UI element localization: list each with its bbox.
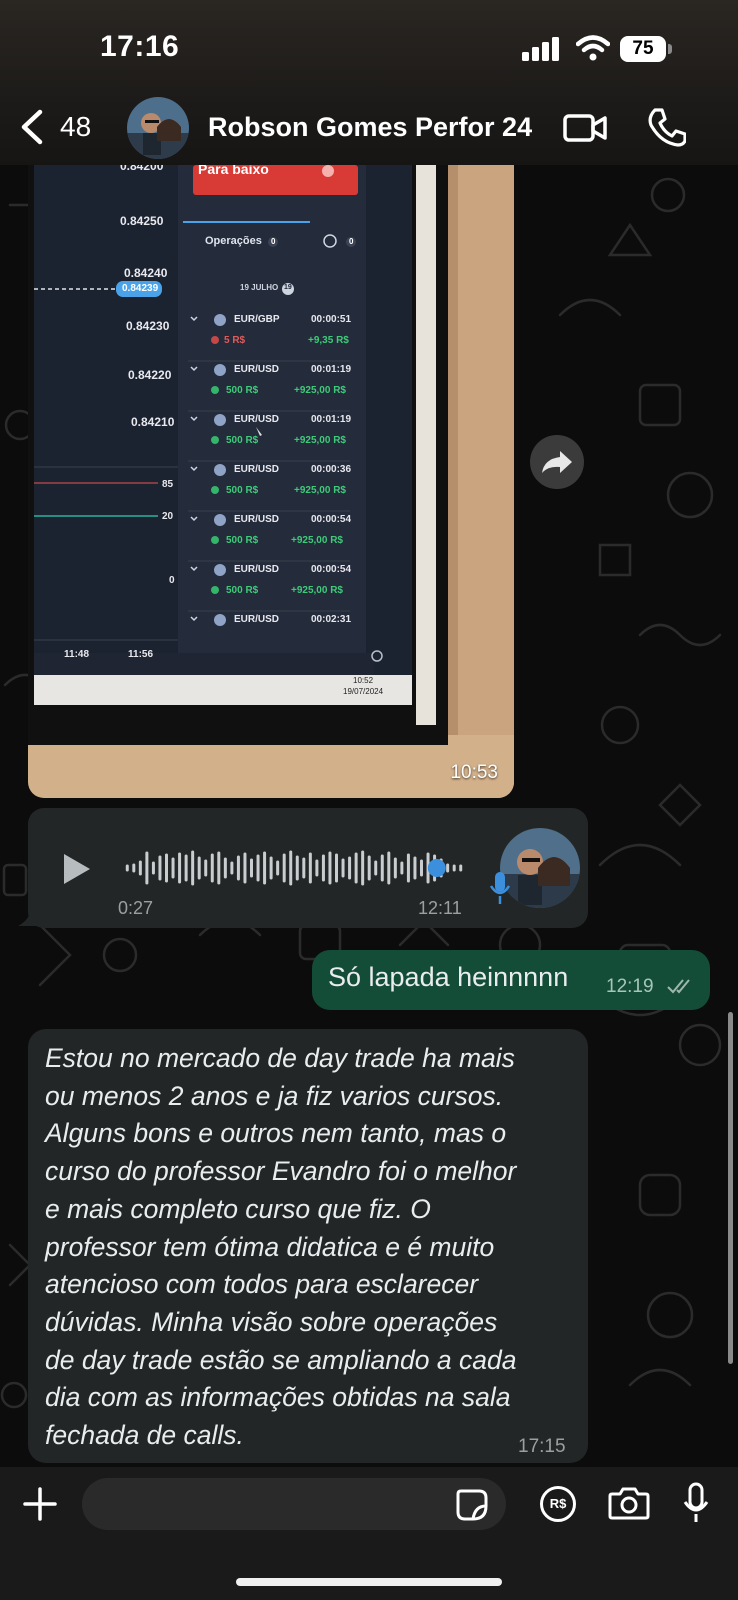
camera-icon[interactable]	[608, 1486, 650, 1520]
image-timestamp: 10:53	[450, 762, 498, 783]
price-label: 0.84220	[128, 368, 172, 382]
taskbar-clock-date: 19/07/2024	[343, 687, 384, 696]
operation-duration: 00:00:54	[311, 564, 352, 575]
operation-pair: EUR/USD	[234, 414, 280, 425]
operation-pair: EUR/USD	[234, 464, 280, 475]
indicator-level: 20	[162, 511, 174, 522]
voice-duration: 0:27	[118, 898, 154, 918]
operation-duration: 00:00:51	[311, 314, 352, 325]
operation-amount: 500 R$	[226, 585, 259, 596]
operations-tab: Operações	[205, 235, 262, 247]
operation-duration: 00:00:36	[311, 464, 352, 475]
bubble-tail	[18, 906, 38, 926]
price-label: 0.84200	[120, 165, 164, 173]
incoming-message-time: 17:15	[518, 1436, 566, 1457]
message-input[interactable]	[82, 1478, 506, 1530]
outgoing-message-time: 12:19	[606, 976, 654, 997]
operation-pair: EUR/GBP	[234, 314, 280, 325]
operation-profit: +925,00 R$	[294, 385, 346, 396]
operation-duration: 00:00:54	[311, 514, 352, 525]
message-line: fechada de calls.	[45, 1420, 244, 1451]
forward-arrow-icon	[542, 451, 572, 473]
message-line: dúvidas. Minha visão sobre operações	[45, 1306, 498, 1337]
price-label: 0.84210	[131, 415, 175, 429]
voice-timestamp: 12:11	[418, 898, 462, 918]
para-baixo-button: Para baixo	[198, 165, 269, 177]
scrollbar[interactable]	[728, 1012, 733, 1364]
operation-amount: 500 R$	[226, 385, 259, 396]
operation-profit: +925,00 R$	[294, 485, 346, 496]
contact-name[interactable]: Robson Gomes Perfor 24	[208, 112, 532, 143]
current-price-label: 0.84239	[122, 283, 159, 294]
time-axis-label: 11:56	[128, 649, 154, 660]
playback-position-dot[interactable]	[427, 859, 446, 877]
back-chevron-icon[interactable]	[18, 108, 48, 146]
message-line: de day trade estão se ampliando a cada	[45, 1344, 517, 1375]
message-line: atencioso com todos para esclarecer	[45, 1269, 479, 1300]
home-indicator	[236, 1578, 502, 1586]
operation-profit: +925,00 R$	[291, 535, 343, 546]
operation-amount: 500 R$	[226, 435, 259, 446]
video-call-icon[interactable]	[562, 111, 608, 145]
microphone-icon[interactable]	[682, 1482, 710, 1524]
read-ticks-icon	[667, 979, 690, 994]
message-line: Estou no mercado de day trade ha mais	[45, 1043, 515, 1073]
message-line: Alguns bons e outros nem tanto, mas o	[45, 1118, 507, 1149]
taskbar-clock-time: 10:52	[353, 676, 374, 685]
message-line: professor tem ótima didatica e é muito	[45, 1231, 495, 1262]
sender-photo-icon	[500, 828, 580, 908]
operation-amount: 500 R$	[226, 535, 259, 546]
contact-photo-icon	[127, 97, 189, 159]
operation-pair: EUR/USD	[234, 364, 280, 375]
operation-profit: +9,35 R$	[308, 335, 349, 346]
indicator-level: 85	[162, 479, 174, 490]
operations-count: 0	[271, 237, 276, 246]
incoming-message-text: Estou no mercado de day trade ha mais ou…	[45, 1040, 585, 1455]
operation-pair: EUR/USD	[234, 514, 280, 525]
price-label: 0.84250	[120, 214, 164, 228]
operation-pair: EUR/USD	[234, 564, 280, 575]
operation-profit: +925,00 R$	[291, 585, 343, 596]
message-line: e mais completo curso que fiz. O	[45, 1193, 431, 1224]
sender-avatar	[500, 828, 580, 908]
outgoing-message-text: Só lapada heinnnnn	[328, 962, 569, 992]
forward-button[interactable]	[530, 435, 584, 489]
phone-call-icon[interactable]	[646, 106, 686, 148]
price-label: 0.84240	[124, 266, 168, 280]
contact-avatar[interactable]	[127, 97, 189, 159]
operation-profit: +925,00 R$	[294, 435, 346, 446]
message-line: curso do professor Evandro foi o melhor	[45, 1156, 517, 1187]
history-count: 0	[349, 237, 354, 246]
time-axis-label: 11:48	[64, 649, 90, 660]
operation-duration: 00:01:19	[311, 364, 352, 375]
price-label: 0.84230	[126, 319, 170, 333]
indicator-level: 0	[169, 575, 175, 586]
operation-amount: 5 R$	[224, 335, 246, 346]
date-label: 19 JULHO	[240, 283, 279, 292]
image-message[interactable]: Para baixo 0.84200 0.84250 0.84240 0.842…	[28, 165, 514, 798]
cellular-signal-icon	[522, 37, 559, 61]
microphone-badge-icon	[489, 872, 511, 904]
battery-indicator: 75	[620, 36, 672, 62]
payment-button[interactable]: R$	[540, 1486, 576, 1522]
operation-duration: 00:02:31	[311, 614, 352, 625]
unread-count[interactable]: 48	[60, 111, 91, 143]
date-badge: 19	[284, 284, 292, 291]
status-time: 17:16	[100, 30, 180, 63]
voice-waveform[interactable]	[124, 842, 464, 894]
message-line: ou menos 2 anos e ja fiz varios cursos.	[45, 1080, 504, 1111]
battery-level: 75	[620, 36, 666, 62]
battery-tip	[668, 44, 672, 54]
trading-screen-photo	[28, 165, 514, 798]
wifi-icon	[576, 35, 610, 61]
operation-amount: 500 R$	[226, 485, 259, 496]
sticker-icon[interactable]	[455, 1488, 489, 1522]
plus-icon[interactable]	[22, 1486, 58, 1522]
message-line: dia com as informações obtidas na sala	[45, 1382, 511, 1413]
play-icon[interactable]	[62, 852, 92, 886]
operation-pair: EUR/USD	[234, 614, 280, 625]
operation-duration: 00:01:19	[311, 414, 352, 425]
chat-header: 17:16 75 48 Robson Gomes Perfor 24	[0, 0, 738, 165]
